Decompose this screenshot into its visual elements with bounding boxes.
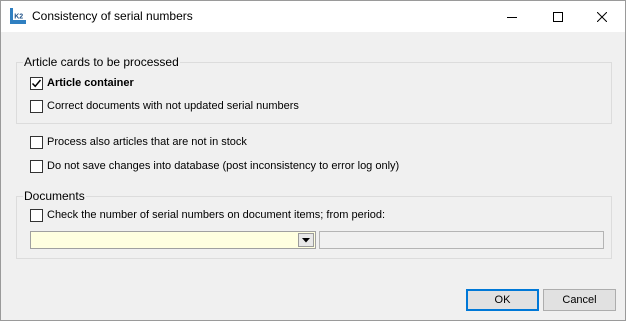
check-serial-numbers-option[interactable]: Check the number of serial numbers on do… xyxy=(30,207,385,223)
correct-documents-option[interactable]: Correct documents with not updated seria… xyxy=(30,98,299,114)
do-not-save-checkbox[interactable] xyxy=(30,159,43,173)
checkmark-icon xyxy=(31,79,42,87)
dialog-window: K2 Consistency of serial numbers Article… xyxy=(0,0,626,321)
check-serial-numbers-label: Check the number of serial numbers on do… xyxy=(47,209,386,221)
documents-group xyxy=(16,196,612,259)
ok-button[interactable]: OK xyxy=(466,289,539,311)
check-serial-numbers-checkbox[interactable] xyxy=(30,208,43,222)
do-not-save-option[interactable]: Do not save changes into database (post … xyxy=(30,158,399,174)
period-combobox[interactable] xyxy=(30,231,316,249)
minimize-button[interactable] xyxy=(489,1,535,32)
article-container-option[interactable]: Article container xyxy=(30,75,134,91)
article-container-label: Article container xyxy=(47,77,134,89)
process-not-in-stock-option[interactable]: Process also articles that are not in st… xyxy=(30,134,247,150)
cancel-button[interactable]: Cancel xyxy=(543,289,616,311)
article-container-checkbox[interactable] xyxy=(30,76,43,90)
close-button[interactable] xyxy=(579,1,625,32)
maximize-button[interactable] xyxy=(535,1,581,32)
k2-app-icon: K2 xyxy=(10,8,26,24)
window-title: Consistency of serial numbers xyxy=(32,9,193,23)
svg-text:K2: K2 xyxy=(14,14,23,21)
correct-documents-checkbox[interactable] xyxy=(30,99,43,113)
period-text-field[interactable] xyxy=(319,231,604,249)
maximize-icon xyxy=(553,11,563,22)
title-bar[interactable]: K2 Consistency of serial numbers xyxy=(1,1,625,32)
close-icon xyxy=(597,11,607,22)
do-not-save-label: Do not save changes into database (post … xyxy=(47,160,400,172)
combobox-dropdown-button[interactable] xyxy=(298,233,314,247)
article-cards-group xyxy=(16,62,612,124)
minimize-icon xyxy=(507,16,517,18)
documents-group-title: Documents xyxy=(23,189,86,203)
process-not-in-stock-checkbox[interactable] xyxy=(30,135,43,149)
article-cards-group-title: Article cards to be processed xyxy=(23,55,180,69)
correct-documents-label: Correct documents with not updated seria… xyxy=(47,100,299,112)
process-not-in-stock-label: Process also articles that are not in st… xyxy=(47,136,247,148)
chevron-down-icon xyxy=(302,237,310,242)
